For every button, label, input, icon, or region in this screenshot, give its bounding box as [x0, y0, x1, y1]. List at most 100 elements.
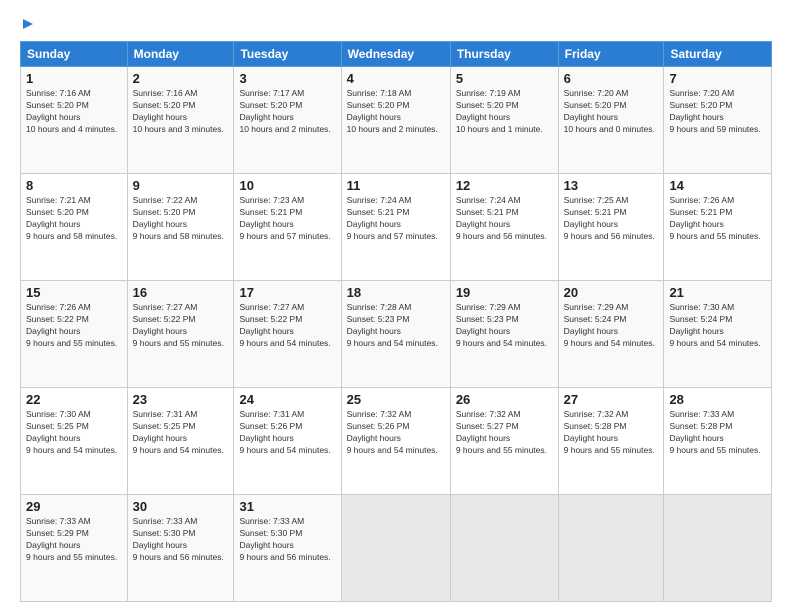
- day-info: Sunrise: 7:27 AM Sunset: 5:22 PM Dayligh…: [133, 302, 229, 350]
- day-number: 13: [564, 178, 659, 193]
- day-cell: [341, 495, 450, 602]
- day-number: 26: [456, 392, 553, 407]
- day-info: Sunrise: 7:26 AM Sunset: 5:21 PM Dayligh…: [669, 195, 766, 243]
- day-cell: 12 Sunrise: 7:24 AM Sunset: 5:21 PM Dayl…: [450, 174, 558, 281]
- header-row: SundayMondayTuesdayWednesdayThursdayFrid…: [21, 42, 772, 67]
- day-cell: 29 Sunrise: 7:33 AM Sunset: 5:29 PM Dayl…: [21, 495, 128, 602]
- day-cell: 4 Sunrise: 7:18 AM Sunset: 5:20 PM Dayli…: [341, 67, 450, 174]
- day-cell: 1 Sunrise: 7:16 AM Sunset: 5:20 PM Dayli…: [21, 67, 128, 174]
- day-cell: 8 Sunrise: 7:21 AM Sunset: 5:20 PM Dayli…: [21, 174, 128, 281]
- day-cell: [664, 495, 772, 602]
- day-cell: 26 Sunrise: 7:32 AM Sunset: 5:27 PM Dayl…: [450, 388, 558, 495]
- day-number: 20: [564, 285, 659, 300]
- day-number: 17: [239, 285, 335, 300]
- day-info: Sunrise: 7:20 AM Sunset: 5:20 PM Dayligh…: [669, 88, 766, 136]
- day-info: Sunrise: 7:33 AM Sunset: 5:29 PM Dayligh…: [26, 516, 122, 564]
- day-cell: 23 Sunrise: 7:31 AM Sunset: 5:25 PM Dayl…: [127, 388, 234, 495]
- calendar-body: 1 Sunrise: 7:16 AM Sunset: 5:20 PM Dayli…: [21, 67, 772, 602]
- header-cell-wednesday: Wednesday: [341, 42, 450, 67]
- day-info: Sunrise: 7:32 AM Sunset: 5:28 PM Dayligh…: [564, 409, 659, 457]
- day-info: Sunrise: 7:29 AM Sunset: 5:24 PM Dayligh…: [564, 302, 659, 350]
- day-cell: 31 Sunrise: 7:33 AM Sunset: 5:30 PM Dayl…: [234, 495, 341, 602]
- calendar-header: SundayMondayTuesdayWednesdayThursdayFrid…: [21, 42, 772, 67]
- logo: [20, 16, 35, 31]
- day-number: 11: [347, 178, 445, 193]
- header-cell-tuesday: Tuesday: [234, 42, 341, 67]
- day-number: 25: [347, 392, 445, 407]
- logo-arrow-icon: [21, 17, 35, 31]
- day-cell: 25 Sunrise: 7:32 AM Sunset: 5:26 PM Dayl…: [341, 388, 450, 495]
- day-number: 1: [26, 71, 122, 86]
- day-info: Sunrise: 7:21 AM Sunset: 5:20 PM Dayligh…: [26, 195, 122, 243]
- calendar: SundayMondayTuesdayWednesdayThursdayFrid…: [20, 41, 772, 602]
- day-info: Sunrise: 7:24 AM Sunset: 5:21 PM Dayligh…: [347, 195, 445, 243]
- day-cell: [558, 495, 664, 602]
- day-info: Sunrise: 7:31 AM Sunset: 5:25 PM Dayligh…: [133, 409, 229, 457]
- day-cell: 16 Sunrise: 7:27 AM Sunset: 5:22 PM Dayl…: [127, 281, 234, 388]
- day-info: Sunrise: 7:18 AM Sunset: 5:20 PM Dayligh…: [347, 88, 445, 136]
- day-info: Sunrise: 7:24 AM Sunset: 5:21 PM Dayligh…: [456, 195, 553, 243]
- header-cell-monday: Monday: [127, 42, 234, 67]
- day-info: Sunrise: 7:29 AM Sunset: 5:23 PM Dayligh…: [456, 302, 553, 350]
- day-number: 15: [26, 285, 122, 300]
- day-cell: 19 Sunrise: 7:29 AM Sunset: 5:23 PM Dayl…: [450, 281, 558, 388]
- day-cell: 15 Sunrise: 7:26 AM Sunset: 5:22 PM Dayl…: [21, 281, 128, 388]
- day-cell: 30 Sunrise: 7:33 AM Sunset: 5:30 PM Dayl…: [127, 495, 234, 602]
- day-cell: 11 Sunrise: 7:24 AM Sunset: 5:21 PM Dayl…: [341, 174, 450, 281]
- day-number: 10: [239, 178, 335, 193]
- day-number: 8: [26, 178, 122, 193]
- day-cell: 10 Sunrise: 7:23 AM Sunset: 5:21 PM Dayl…: [234, 174, 341, 281]
- day-cell: 3 Sunrise: 7:17 AM Sunset: 5:20 PM Dayli…: [234, 67, 341, 174]
- day-info: Sunrise: 7:23 AM Sunset: 5:21 PM Dayligh…: [239, 195, 335, 243]
- day-info: Sunrise: 7:22 AM Sunset: 5:20 PM Dayligh…: [133, 195, 229, 243]
- day-number: 29: [26, 499, 122, 514]
- header-cell-thursday: Thursday: [450, 42, 558, 67]
- day-cell: 27 Sunrise: 7:32 AM Sunset: 5:28 PM Dayl…: [558, 388, 664, 495]
- day-number: 28: [669, 392, 766, 407]
- day-info: Sunrise: 7:33 AM Sunset: 5:30 PM Dayligh…: [239, 516, 335, 564]
- day-info: Sunrise: 7:33 AM Sunset: 5:28 PM Dayligh…: [669, 409, 766, 457]
- day-cell: 22 Sunrise: 7:30 AM Sunset: 5:25 PM Dayl…: [21, 388, 128, 495]
- day-info: Sunrise: 7:28 AM Sunset: 5:23 PM Dayligh…: [347, 302, 445, 350]
- header-cell-sunday: Sunday: [21, 42, 128, 67]
- week-row-1: 1 Sunrise: 7:16 AM Sunset: 5:20 PM Dayli…: [21, 67, 772, 174]
- day-cell: 9 Sunrise: 7:22 AM Sunset: 5:20 PM Dayli…: [127, 174, 234, 281]
- day-cell: 2 Sunrise: 7:16 AM Sunset: 5:20 PM Dayli…: [127, 67, 234, 174]
- day-number: 12: [456, 178, 553, 193]
- day-cell: 20 Sunrise: 7:29 AM Sunset: 5:24 PM Dayl…: [558, 281, 664, 388]
- day-number: 16: [133, 285, 229, 300]
- day-number: 6: [564, 71, 659, 86]
- day-info: Sunrise: 7:31 AM Sunset: 5:26 PM Dayligh…: [239, 409, 335, 457]
- day-cell: 21 Sunrise: 7:30 AM Sunset: 5:24 PM Dayl…: [664, 281, 772, 388]
- day-number: 14: [669, 178, 766, 193]
- day-number: 9: [133, 178, 229, 193]
- header-cell-saturday: Saturday: [664, 42, 772, 67]
- day-cell: 17 Sunrise: 7:27 AM Sunset: 5:22 PM Dayl…: [234, 281, 341, 388]
- day-info: Sunrise: 7:19 AM Sunset: 5:20 PM Dayligh…: [456, 88, 553, 136]
- day-number: 7: [669, 71, 766, 86]
- day-number: 2: [133, 71, 229, 86]
- day-number: 21: [669, 285, 766, 300]
- day-number: 19: [456, 285, 553, 300]
- day-info: Sunrise: 7:25 AM Sunset: 5:21 PM Dayligh…: [564, 195, 659, 243]
- header-cell-friday: Friday: [558, 42, 664, 67]
- day-number: 27: [564, 392, 659, 407]
- day-cell: [450, 495, 558, 602]
- day-number: 23: [133, 392, 229, 407]
- day-info: Sunrise: 7:16 AM Sunset: 5:20 PM Dayligh…: [133, 88, 229, 136]
- week-row-4: 22 Sunrise: 7:30 AM Sunset: 5:25 PM Dayl…: [21, 388, 772, 495]
- day-info: Sunrise: 7:30 AM Sunset: 5:25 PM Dayligh…: [26, 409, 122, 457]
- day-number: 5: [456, 71, 553, 86]
- day-number: 24: [239, 392, 335, 407]
- day-cell: 18 Sunrise: 7:28 AM Sunset: 5:23 PM Dayl…: [341, 281, 450, 388]
- day-info: Sunrise: 7:32 AM Sunset: 5:27 PM Dayligh…: [456, 409, 553, 457]
- day-info: Sunrise: 7:16 AM Sunset: 5:20 PM Dayligh…: [26, 88, 122, 136]
- day-info: Sunrise: 7:26 AM Sunset: 5:22 PM Dayligh…: [26, 302, 122, 350]
- day-number: 3: [239, 71, 335, 86]
- day-cell: 24 Sunrise: 7:31 AM Sunset: 5:26 PM Dayl…: [234, 388, 341, 495]
- day-number: 4: [347, 71, 445, 86]
- day-info: Sunrise: 7:30 AM Sunset: 5:24 PM Dayligh…: [669, 302, 766, 350]
- day-cell: 6 Sunrise: 7:20 AM Sunset: 5:20 PM Dayli…: [558, 67, 664, 174]
- day-cell: 28 Sunrise: 7:33 AM Sunset: 5:28 PM Dayl…: [664, 388, 772, 495]
- day-cell: 7 Sunrise: 7:20 AM Sunset: 5:20 PM Dayli…: [664, 67, 772, 174]
